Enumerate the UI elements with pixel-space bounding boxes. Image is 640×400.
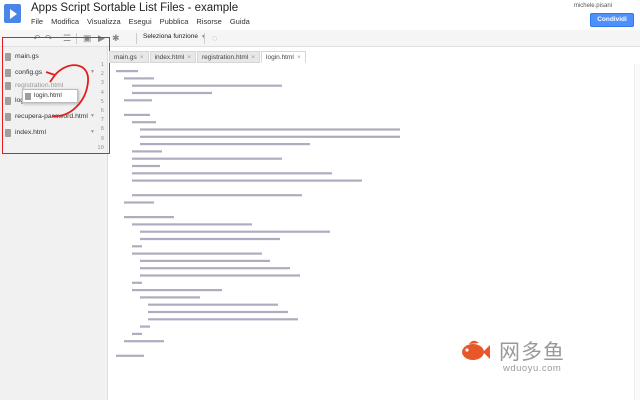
lightbulb-icon[interactable]: ◌ <box>212 33 217 43</box>
code-line <box>140 128 400 131</box>
line-numbers: 1 2 3 4 5 6 7 8 9 10 <box>70 61 104 153</box>
close-icon[interactable]: × <box>140 54 144 61</box>
code-line <box>132 223 252 226</box>
menu-publish[interactable]: Pubblica <box>160 17 189 26</box>
code-line <box>140 237 280 241</box>
line-number: 6 <box>100 108 104 115</box>
debug-icon[interactable]: ✱ <box>112 33 120 43</box>
code-line <box>148 310 288 314</box>
code-line <box>140 259 270 262</box>
code-line <box>132 194 302 197</box>
menu-help[interactable]: Guida <box>230 17 250 26</box>
toolbar-divider <box>204 33 205 44</box>
menu-file[interactable]: File <box>31 17 43 26</box>
code-line <box>132 172 332 175</box>
line-number: 3 <box>100 80 104 87</box>
editor-tabs: main.gs × index.html × registration.html × … <box>109 51 307 64</box>
user-account[interactable]: michele.pisani <box>574 3 612 9</box>
code-line <box>132 121 156 124</box>
code-line <box>116 70 138 73</box>
fish-logo-icon <box>462 340 490 360</box>
tab-main-gs[interactable]: main.gs × <box>109 51 149 63</box>
line-number: 5 <box>100 98 104 105</box>
code-line <box>132 157 282 160</box>
tab-label: main.gs <box>114 54 137 61</box>
close-icon[interactable]: × <box>251 54 255 61</box>
tab-label: registration.html <box>201 54 249 61</box>
close-icon[interactable]: × <box>187 54 191 61</box>
code-line <box>140 325 150 328</box>
code-line <box>132 164 160 168</box>
code-line <box>132 252 262 255</box>
line-number: 8 <box>100 126 104 133</box>
code-line <box>132 281 142 284</box>
code-line <box>140 230 330 233</box>
menu-edit[interactable]: Modifica <box>51 17 79 26</box>
code-line <box>124 201 154 204</box>
line-number: 1 <box>100 62 104 68</box>
code-line <box>148 318 298 321</box>
apps-script-logo-icon[interactable] <box>4 4 21 23</box>
close-icon[interactable]: × <box>297 54 301 61</box>
code-line <box>140 135 400 138</box>
code-line <box>148 303 278 306</box>
line-number: 7 <box>100 117 104 124</box>
line-number: 9 <box>100 135 104 142</box>
tab-registration-html[interactable]: registration.html × <box>196 51 261 63</box>
code-line <box>132 91 212 95</box>
watermark-url: wduoyu.com <box>503 363 562 374</box>
menu-view[interactable]: Visualizza <box>87 17 121 26</box>
line-number: 2 <box>100 71 104 78</box>
tab-index-html[interactable]: index.html × <box>149 51 196 63</box>
tab-login-html[interactable]: login.html × <box>261 51 306 63</box>
menu-bar: File Modifica Visualizza Esegui Pubblica… <box>31 17 250 26</box>
code-line <box>132 332 142 335</box>
code-line <box>124 216 174 219</box>
code-line <box>140 296 200 299</box>
code-line <box>124 113 150 116</box>
code-line <box>116 354 144 357</box>
line-number: 4 <box>100 89 104 96</box>
code-line <box>140 267 290 270</box>
code-line <box>140 274 300 277</box>
code-line <box>132 150 162 153</box>
code-line <box>132 245 142 248</box>
code-line <box>140 143 310 146</box>
code-line <box>132 289 222 292</box>
code-line <box>132 179 362 182</box>
code-line <box>124 340 164 343</box>
menu-resources[interactable]: Risorse <box>196 17 221 26</box>
watermark-brand: 网多鱼 <box>499 340 565 364</box>
header: Apps Script Sortable List Files - exampl… <box>0 0 640 30</box>
code-line <box>124 99 152 102</box>
editor-scrollbar[interactable] <box>634 64 640 400</box>
line-number: 10 <box>97 144 104 151</box>
code-line <box>124 77 154 80</box>
share-button[interactable]: Condividi <box>590 13 634 27</box>
tab-label: index.html <box>154 54 185 61</box>
function-select-label: Seleziona funzione <box>143 33 198 40</box>
menu-run[interactable]: Esegui <box>129 17 152 26</box>
tab-label: login.html <box>266 54 294 61</box>
toolbar-divider <box>136 33 137 44</box>
function-select[interactable]: Seleziona funzione▼ <box>143 33 206 40</box>
code-line <box>132 84 282 87</box>
project-title[interactable]: Apps Script Sortable List Files - exampl… <box>31 2 238 14</box>
